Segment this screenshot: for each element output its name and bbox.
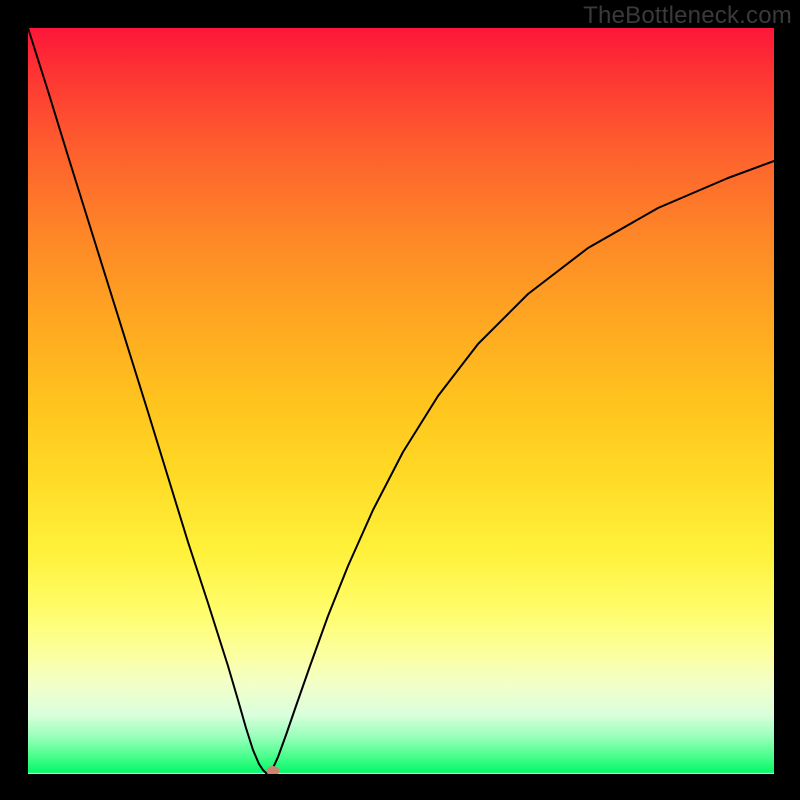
chart-svg bbox=[28, 28, 774, 774]
watermark-text: TheBottleneck.com bbox=[583, 2, 792, 30]
bottleneck-marker bbox=[267, 766, 280, 774]
bottleneck-curve bbox=[28, 28, 774, 774]
figure-container: TheBottleneck.com bbox=[0, 0, 800, 800]
plot-area bbox=[28, 28, 774, 774]
